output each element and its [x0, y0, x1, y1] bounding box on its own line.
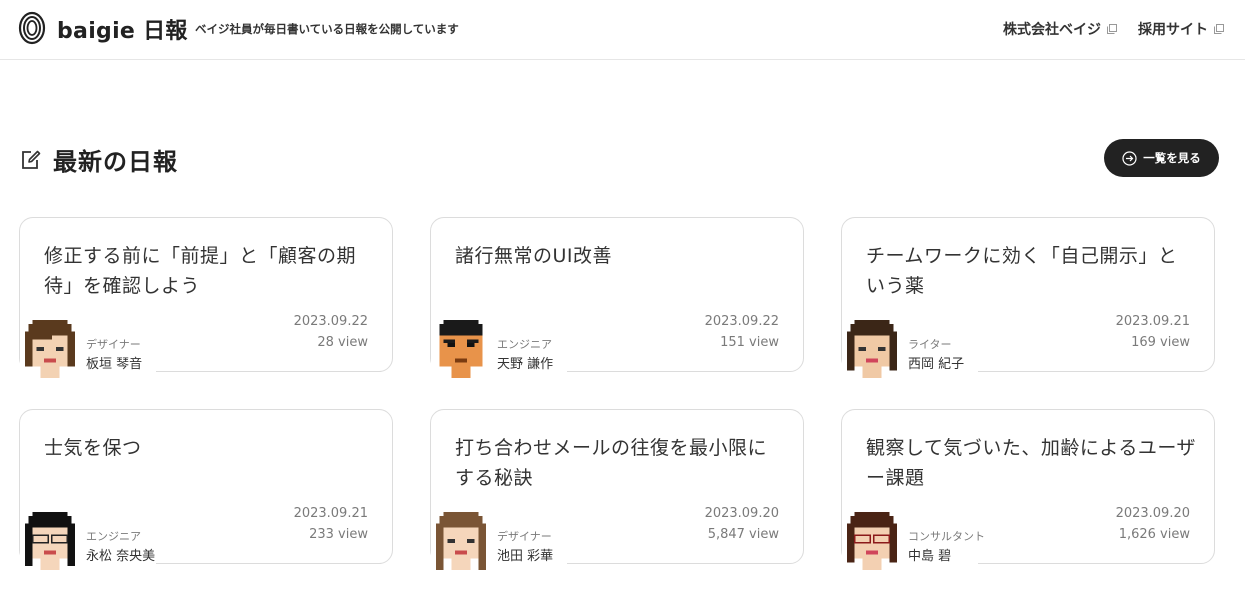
- report-card[interactable]: チームワークに効く「自己開示」という薬 2023.09.21 169 view …: [841, 217, 1215, 378]
- section-title: 最新の日報: [53, 148, 178, 176]
- card-author: デザイナー 池田 彩華: [431, 510, 567, 570]
- nav-link-label: 株式会社ベイジ: [1003, 22, 1101, 38]
- card-date: 2023.09.21: [293, 506, 368, 521]
- report-card[interactable]: 観察して気づいた、加齢によるユーザー課題 2023.09.20 1,626 vi…: [841, 409, 1215, 570]
- author-name: 板垣 琴音: [86, 357, 143, 372]
- author-avatar: [846, 512, 898, 570]
- report-card[interactable]: 修正する前に「前提」と「顧客の期待」を確認しよう 2023.09.22 28 v…: [19, 217, 393, 378]
- card-title[interactable]: 修正する前に「前提」と「顧客の期待」を確認しよう: [44, 241, 374, 301]
- brand-title[interactable]: baigie 日報: [57, 13, 188, 45]
- author-avatar: [435, 512, 487, 570]
- card-author: ライター 西岡 紀子: [842, 318, 978, 378]
- author-avatar: [439, 320, 483, 378]
- card-view-count: 233 view: [309, 527, 368, 542]
- view-all-button[interactable]: 一覧を見る: [1104, 139, 1219, 177]
- card-author: デザイナー 板垣 琴音: [20, 318, 156, 378]
- author-name: 中島 碧: [908, 549, 952, 564]
- site-tagline: ベイジ社員が毎日書いている日報を公開しています: [195, 22, 459, 36]
- card-view-count: 28 view: [317, 335, 368, 350]
- author-name: 永松 奈央美: [86, 549, 156, 564]
- card-date: 2023.09.20: [704, 506, 779, 521]
- arrow-right-circle-icon: [1122, 150, 1137, 166]
- card-title[interactable]: 諸行無常のUI改善: [455, 241, 785, 271]
- view-all-label: 一覧を見る: [1143, 153, 1201, 165]
- author-name: 西岡 紀子: [908, 357, 965, 372]
- card-view-count: 151 view: [720, 335, 779, 350]
- report-card[interactable]: 打ち合わせメールの往復を最小限にする秘訣 2023.09.20 5,847 vi…: [430, 409, 804, 570]
- card-author: エンジニア 天野 謙作: [431, 318, 567, 378]
- site-header: baigie 日報 ベイジ社員が毎日書いている日報を公開しています 株式会社ベイ…: [0, 0, 1245, 60]
- author-avatar: [24, 320, 76, 378]
- author-name: 池田 彩華: [497, 549, 554, 564]
- author-role: エンジニア: [86, 530, 141, 543]
- edit-icon: [22, 150, 41, 169]
- section-heading: 最新の日報: [20, 142, 178, 177]
- card-date: 2023.09.22: [704, 314, 779, 329]
- baigie-logo-icon[interactable]: [18, 10, 46, 46]
- card-date: 2023.09.21: [1115, 314, 1190, 329]
- author-role: エンジニア: [497, 338, 552, 351]
- nav-link-recruit[interactable]: 採用サイト: [1138, 18, 1225, 40]
- card-view-count: 1,626 view: [1118, 527, 1190, 542]
- card-author: コンサルタント 中島 碧: [842, 510, 985, 570]
- nav-link-company[interactable]: 株式会社ベイジ: [1003, 18, 1118, 40]
- report-card[interactable]: 諸行無常のUI改善 2023.09.22 151 view エンジニア 天野 謙…: [430, 217, 804, 378]
- card-date: 2023.09.20: [1115, 506, 1190, 521]
- author-role: デザイナー: [497, 530, 552, 543]
- header-nav: 株式会社ベイジ 採用サイト: [1003, 18, 1245, 40]
- card-title[interactable]: チームワークに効く「自己開示」という薬: [866, 241, 1196, 301]
- card-title[interactable]: 士気を保つ: [44, 433, 374, 463]
- nav-link-label: 採用サイト: [1138, 22, 1208, 38]
- author-avatar: [846, 320, 898, 378]
- author-role: デザイナー: [86, 338, 141, 351]
- author-name: 天野 謙作: [497, 357, 554, 372]
- external-link-icon: [1107, 24, 1117, 34]
- report-card[interactable]: 士気を保つ 2023.09.21 233 view エンジニア 永松 奈央美: [19, 409, 393, 570]
- card-view-count: 5,847 view: [707, 527, 779, 542]
- card-date: 2023.09.22: [293, 314, 368, 329]
- card-title[interactable]: 観察して気づいた、加齢によるユーザー課題: [866, 433, 1196, 493]
- author-avatar: [24, 512, 76, 570]
- author-role: ライター: [908, 338, 952, 351]
- external-link-icon: [1214, 24, 1224, 34]
- card-title[interactable]: 打ち合わせメールの往復を最小限にする秘訣: [455, 433, 785, 493]
- card-view-count: 169 view: [1131, 335, 1190, 350]
- author-role: コンサルタント: [908, 530, 985, 543]
- card-author: エンジニア 永松 奈央美: [20, 510, 156, 570]
